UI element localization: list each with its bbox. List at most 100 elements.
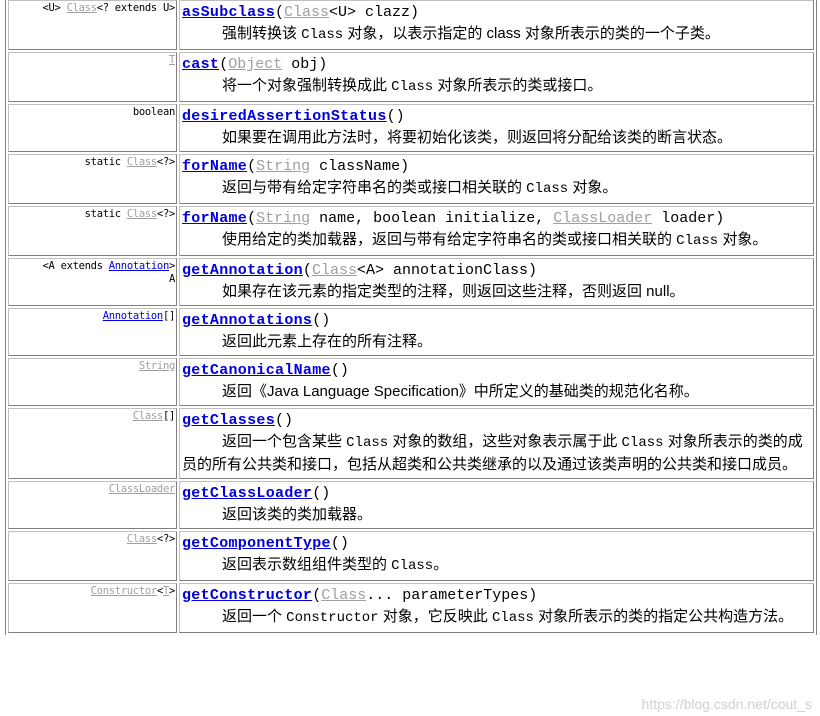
method-link-getCanonicalName[interactable]: getCanonicalName <box>182 362 331 379</box>
return-type-cell: <U> Class<? extends U> <box>8 0 177 50</box>
return-type-text: static <box>84 208 127 220</box>
code-text: Class <box>301 27 344 43</box>
method-row: static Class<?> forName(String className)… <box>8 154 814 204</box>
param-text: ( <box>312 587 322 604</box>
method-link-getClassLoader[interactable]: getClassLoader <box>182 485 312 502</box>
description-text: 强制转换该 <box>222 25 302 42</box>
method-link-getConstructor[interactable]: getConstructor <box>182 587 312 604</box>
type-link-class[interactable]: Class <box>321 587 366 604</box>
return-type-text: <?> <box>156 533 175 545</box>
method-detail-cell: cast(Object obj) 将一个对象强制转换成此 Class 对象所表示的… <box>179 52 814 102</box>
type-link-class[interactable]: Class <box>312 262 357 279</box>
return-type-text: <?> <box>156 156 175 168</box>
method-description: 返回《Java Language Specification》中所定义的基础类的… <box>182 381 812 402</box>
method-link-cast[interactable]: cast <box>182 56 219 73</box>
description-text: 返回《Java Language Specification》中所定义的基础类的… <box>222 383 699 400</box>
type-link-class[interactable]: Class <box>127 208 157 220</box>
return-type-text: A <box>168 273 175 285</box>
type-link-annotation[interactable]: Annotation <box>103 310 164 322</box>
method-link-getClasses[interactable]: getClasses <box>182 412 275 429</box>
type-link-class[interactable]: Class <box>284 4 329 21</box>
type-link-string[interactable]: String <box>139 360 175 372</box>
method-link-getComponentType[interactable]: getComponentType <box>182 535 331 552</box>
type-link-annotation[interactable]: Annotation <box>109 260 170 272</box>
code-text: Class <box>391 79 434 95</box>
method-row: ClassLoader getClassLoader() 返回该类的类加载器。 <box>8 481 814 529</box>
return-type-cell: static Class<?> <box>8 206 177 256</box>
method-description: 使用给定的类加载器，返回与带有给定字符串名的类或接口相关联的 Class 对象。 <box>182 229 812 252</box>
type-link-string[interactable]: String <box>256 210 310 227</box>
method-detail-cell: getAnnotations() 返回此元素上存在的所有注释。 <box>179 308 814 356</box>
type-link-class[interactable]: Class <box>67 2 97 14</box>
code-text: Class <box>621 435 664 451</box>
param-text: () <box>312 312 331 329</box>
method-detail-cell: asSubclass(Class<U> clazz) 强制转换该 Class 对象… <box>179 0 814 50</box>
return-type-cell: Constructor<T> <box>8 583 177 633</box>
method-detail-cell: forName(String name, boolean initialize,… <box>179 206 814 256</box>
method-description: 如果要在调用此方法时，将要初始化该类，则返回将分配给该类的断言状态。 <box>182 127 812 148</box>
return-type-text: boolean <box>132 106 175 118</box>
description-text: 。 <box>433 556 449 573</box>
return-type-text: <U> <box>42 2 67 14</box>
description-text: 对象，以表示指定的 class 对象所表示的类的一个子类。 <box>343 25 720 42</box>
code-text: Constructor <box>286 610 379 626</box>
method-detail-cell: getComponentType() 返回表示数组组件类型的 Class。 <box>179 531 814 581</box>
description-text: 返回表示数组组件类型的 <box>222 556 392 573</box>
type-link-classloader[interactable]: ClassLoader <box>109 483 176 495</box>
type-link-constructor[interactable]: Constructor <box>91 585 158 597</box>
param-text: () <box>330 535 349 552</box>
param-text: <U> clazz) <box>329 4 420 21</box>
return-type-text: > <box>168 260 175 272</box>
method-detail-cell: getClasses() 返回一个包含某些 Class 对象的数组，这些对象表示属… <box>179 408 814 479</box>
method-summary-table: <U> Class<? extends U> asSubclass(Class<U… <box>5 0 817 635</box>
type-link-t[interactable]: T <box>169 54 175 66</box>
method-link-forName[interactable]: forName <box>182 158 247 175</box>
code-text: Class <box>676 233 719 249</box>
type-link-string[interactable]: String <box>256 158 310 175</box>
description-text: 返回一个包含某些 <box>222 433 347 450</box>
method-row: Class<?> getComponentType() 返回表示数组组件类型的 Cl… <box>8 531 814 581</box>
return-type-text: > <box>168 585 175 597</box>
method-detail-cell: getClassLoader() 返回该类的类加载器。 <box>179 481 814 529</box>
description-text: 返回一个 <box>222 608 287 625</box>
method-row: static Class<?> forName(String name, bool… <box>8 206 814 256</box>
method-row: Tcast(Object obj) 将一个对象强制转换成此 Class 对象所表示… <box>8 52 814 102</box>
type-link-class[interactable]: Class <box>133 410 163 422</box>
method-description: 返回表示数组组件类型的 Class。 <box>182 554 812 577</box>
method-row: <A extends Annotation> AgetAnnotation(Cla… <box>8 258 814 306</box>
code-text: Class <box>491 610 534 626</box>
code-text: Class <box>391 558 434 574</box>
param-text: ( <box>247 158 257 175</box>
type-link-class[interactable]: Class <box>127 533 157 545</box>
method-signature: asSubclass(Class<U> clazz) <box>182 2 812 23</box>
method-link-forName[interactable]: forName <box>182 210 247 227</box>
return-type-text: [] <box>162 310 175 322</box>
description-text: 对象所表示的类的指定公共构造方法。 <box>533 608 794 625</box>
method-detail-cell: getConstructor(Class... parameterTypes) 返… <box>179 583 814 633</box>
description-text: 返回与带有给定字符串名的类或接口相关联的 <box>222 179 527 196</box>
description-text: 对象。 <box>718 231 768 248</box>
return-type-cell: Class<?> <box>8 531 177 581</box>
description-text: 如果存在该元素的指定类型的注释，则返回这些注释，否则返回 null。 <box>222 283 685 300</box>
method-link-asSubclass[interactable]: asSubclass <box>182 4 275 21</box>
param-text: () <box>386 108 405 125</box>
param-text: <A> annotationClass) <box>356 262 537 279</box>
description-text: 如果要在调用此方法时，将要初始化该类，则返回将分配给该类的断言状态。 <box>222 129 733 146</box>
param-text: () <box>312 485 331 502</box>
description-text: 使用给定的类加载器，返回与带有给定字符串名的类或接口相关联的 <box>222 231 677 248</box>
description-text: 对象所表示的类或接口。 <box>433 77 603 94</box>
type-link-class[interactable]: Class <box>127 156 157 168</box>
return-type-text: static <box>84 156 127 168</box>
method-row: String getCanonicalName() 返回《Java Language… <box>8 358 814 406</box>
method-link-getAnnotations[interactable]: getAnnotations <box>182 312 312 329</box>
return-type-cell: boolean <box>8 104 177 152</box>
watermark: https://blog.csdn.net/cout_s <box>641 696 812 712</box>
method-row: <U> Class<? extends U> asSubclass(Class<U… <box>8 0 814 50</box>
return-type-text: <?> <box>156 208 175 220</box>
type-link-object[interactable]: Object <box>228 56 282 73</box>
method-link-desiredAssertionStatus[interactable]: desiredAssertionStatus <box>182 108 387 125</box>
method-signature: getAnnotations() <box>182 310 812 331</box>
method-link-getAnnotation[interactable]: getAnnotation <box>182 262 303 279</box>
method-description: 返回一个包含某些 Class 对象的数组，这些对象表示属于此 Class 对象所… <box>182 431 812 475</box>
type-link-classloader[interactable]: ClassLoader <box>553 210 652 227</box>
